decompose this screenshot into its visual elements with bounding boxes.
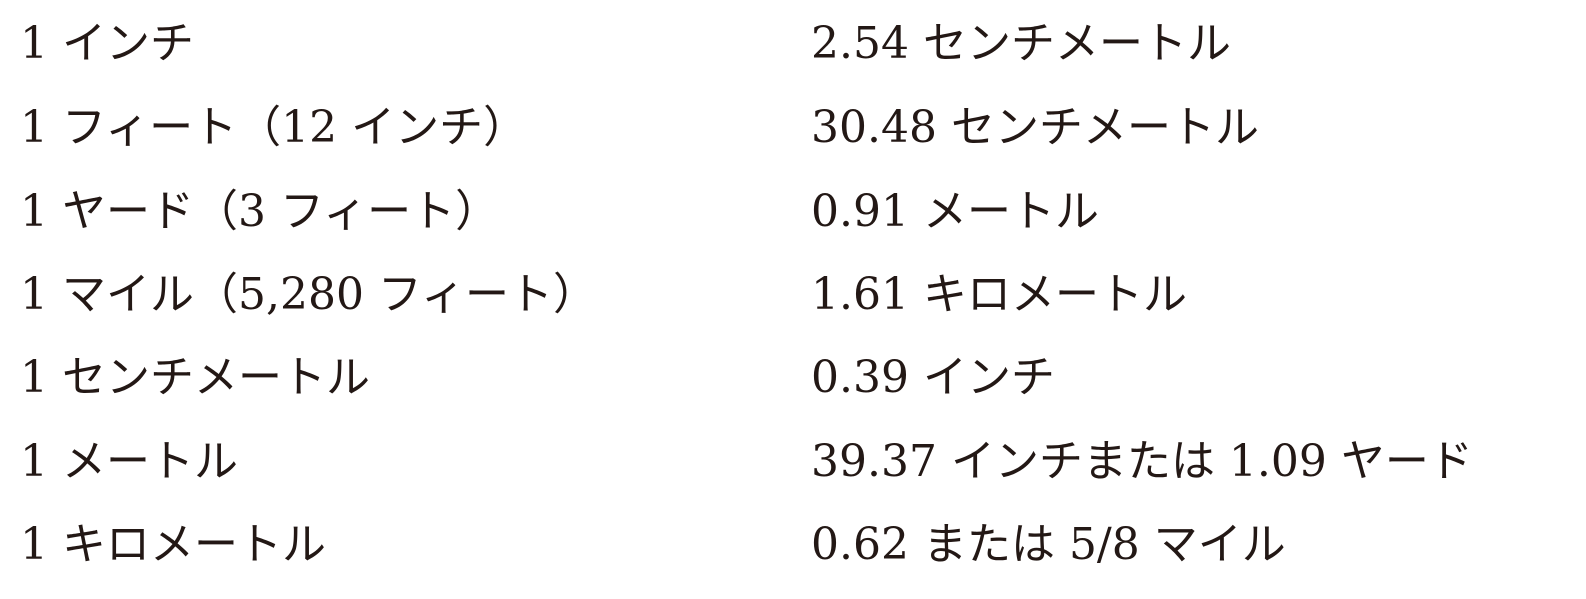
- table-row: 1 ヤード（3 フィート） 0.91 メートル: [20, 170, 1580, 254]
- unit-cell: 1 フィート（12 インチ）: [20, 102, 528, 153]
- equivalent-cell: 0.91 メートル: [811, 186, 1099, 237]
- unit-cell: 1 ヤード（3 フィート）: [20, 186, 500, 237]
- table-row: 1 マイル（5,280 フィート） 1.61 キロメートル: [20, 253, 1580, 337]
- table-row: 1 センチメートル 0.39 インチ: [20, 336, 1580, 420]
- table-row: 1 インチ 2.54 センチメートル: [20, 2, 1580, 86]
- equivalent-cell: 30.48 センチメートル: [811, 102, 1259, 153]
- table-row: 1 キロメートル 0.62 または 5/8 マイル: [20, 503, 1580, 587]
- unit-cell: 1 マイル（5,280 フィート）: [20, 269, 598, 320]
- unit-cell: 1 キロメートル: [20, 519, 326, 570]
- equivalent-cell: 0.62 または 5/8 マイル: [811, 519, 1286, 570]
- table-row: 1 フィート（12 インチ） 30.48 センチメートル: [20, 86, 1580, 170]
- equivalent-cell: 2.54 センチメートル: [811, 18, 1231, 69]
- unit-cell: 1 インチ: [20, 18, 194, 69]
- equivalent-cell: 0.39 インチ: [811, 352, 1055, 403]
- equivalent-cell: 1.61 キロメートル: [811, 269, 1187, 320]
- equivalent-cell: 39.37 インチまたは 1.09 ヤード: [811, 436, 1473, 487]
- unit-cell: 1 センチメートル: [20, 352, 370, 403]
- unit-cell: 1 メートル: [20, 436, 238, 487]
- table-row: 1 メートル 39.37 インチまたは 1.09 ヤード: [20, 420, 1580, 504]
